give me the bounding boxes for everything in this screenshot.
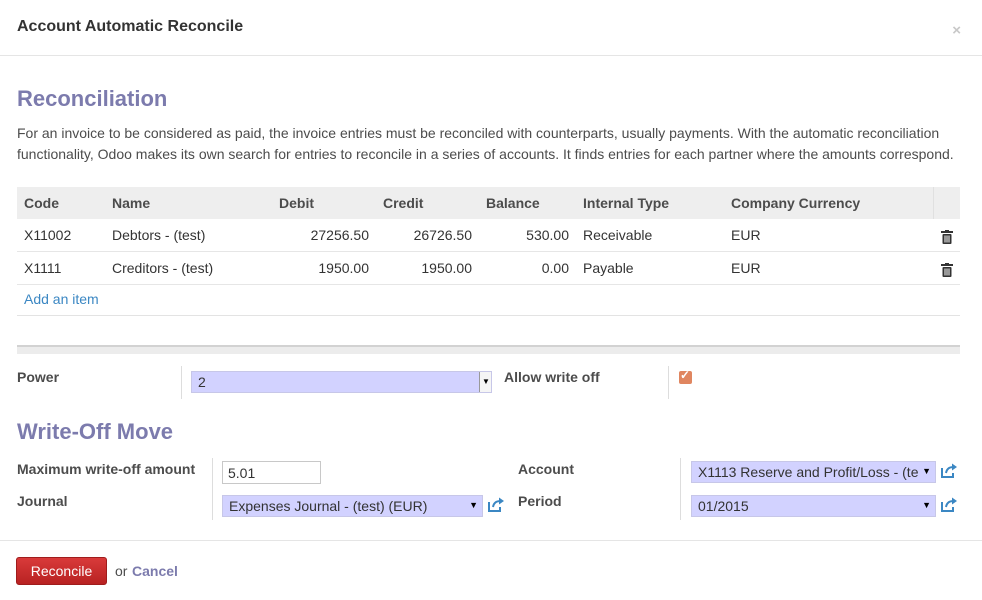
- field-divider: [680, 458, 681, 520]
- external-link-icon[interactable]: [487, 497, 505, 513]
- footer-divider: [0, 540, 982, 541]
- reconciliation-heading: Reconciliation: [17, 86, 168, 111]
- cell-internal-type: Receivable: [576, 219, 724, 252]
- period-value: 01/2015: [698, 498, 749, 514]
- power-label: Power: [17, 369, 60, 385]
- external-link-icon[interactable]: [940, 463, 958, 479]
- trash-icon[interactable]: [940, 229, 953, 244]
- column-header-actions: [933, 187, 960, 219]
- caret-down-icon: ▼: [469, 500, 478, 510]
- cancel-link[interactable]: Cancel: [132, 563, 178, 579]
- allow-write-off-label: Allow write off: [504, 369, 600, 385]
- max-write-off-label: Maximum write-off amount: [17, 461, 196, 477]
- caret-down-icon: ▼: [482, 377, 490, 386]
- cell-balance: 0.00: [479, 251, 576, 285]
- column-header-internal-type[interactable]: Internal Type: [576, 187, 724, 219]
- table-bottom-divider: [17, 315, 960, 316]
- accounts-table: Code Name Debit Credit Balance Internal …: [17, 187, 960, 285]
- column-header-credit[interactable]: Credit: [376, 187, 479, 219]
- caret-down-icon: ▼: [922, 466, 931, 476]
- cell-balance: 530.00: [479, 219, 576, 252]
- reconcile-button[interactable]: Reconcile: [16, 557, 107, 585]
- power-select[interactable]: 2 ▼: [191, 371, 492, 393]
- delete-cell: [933, 251, 960, 285]
- power-value: 2: [198, 374, 206, 390]
- max-write-off-input[interactable]: 5.01: [222, 461, 321, 484]
- table-row[interactable]: X1111 Creditors - (test) 1950.00 1950.00…: [17, 251, 960, 285]
- table-row[interactable]: X11002 Debtors - (test) 27256.50 26726.5…: [17, 219, 960, 252]
- account-label: Account: [518, 461, 574, 477]
- cell-name: Debtors - (test): [105, 219, 272, 252]
- checkmark-icon: ✓: [680, 368, 691, 382]
- cell-credit: 26726.50: [376, 219, 479, 252]
- column-header-debit[interactable]: Debit: [272, 187, 376, 219]
- cell-currency: EUR: [724, 251, 934, 285]
- column-header-name[interactable]: Name: [105, 187, 272, 219]
- or-text: or: [115, 563, 128, 579]
- dialog-title: Account Automatic Reconcile: [17, 18, 244, 35]
- journal-value: Expenses Journal - (test) (EUR): [229, 498, 428, 514]
- column-header-code[interactable]: Code: [17, 187, 105, 219]
- cell-credit: 1950.00: [376, 251, 479, 285]
- column-header-company-currency[interactable]: Company Currency: [724, 187, 934, 219]
- journal-select[interactable]: Expenses Journal - (test) (EUR) ▼: [222, 495, 483, 517]
- write-off-heading: Write-Off Move: [17, 419, 174, 444]
- journal-label: Journal: [17, 493, 68, 509]
- cell-internal-type: Payable: [576, 251, 724, 285]
- account-select[interactable]: X1113 Reserve and Profit/Loss - (te ▼: [691, 461, 936, 483]
- field-divider: [212, 458, 213, 520]
- trash-icon[interactable]: [940, 262, 953, 277]
- cell-code: X11002: [17, 219, 105, 252]
- add-item-link[interactable]: Add an item: [24, 291, 99, 307]
- cell-code: X1111: [17, 251, 105, 285]
- close-button[interactable]: ×: [952, 22, 961, 39]
- cell-currency: EUR: [724, 219, 934, 252]
- period-select[interactable]: 01/2015 ▼: [691, 495, 936, 517]
- column-header-balance[interactable]: Balance: [479, 187, 576, 219]
- cell-debit: 27256.50: [272, 219, 376, 252]
- external-link-icon[interactable]: [940, 497, 958, 513]
- cell-debit: 1950.00: [272, 251, 376, 285]
- power-dropdown-button[interactable]: ▼: [479, 372, 491, 392]
- table-header-row: Code Name Debit Credit Balance Internal …: [17, 187, 960, 219]
- delete-cell: [933, 219, 960, 252]
- allow-write-off-checkbox[interactable]: ✓: [679, 368, 692, 384]
- field-divider: [668, 366, 669, 399]
- cell-name: Creditors - (test): [105, 251, 272, 285]
- dialog-header: Account Automatic Reconcile ×: [0, 0, 982, 56]
- reconciliation-description: For an invoice to be considered as paid,…: [17, 125, 954, 162]
- period-label: Period: [518, 493, 562, 509]
- field-divider: [181, 366, 182, 399]
- caret-down-icon: ▼: [922, 500, 931, 510]
- section-separator: [17, 345, 960, 354]
- account-value: X1113 Reserve and Profit/Loss - (te: [698, 464, 919, 480]
